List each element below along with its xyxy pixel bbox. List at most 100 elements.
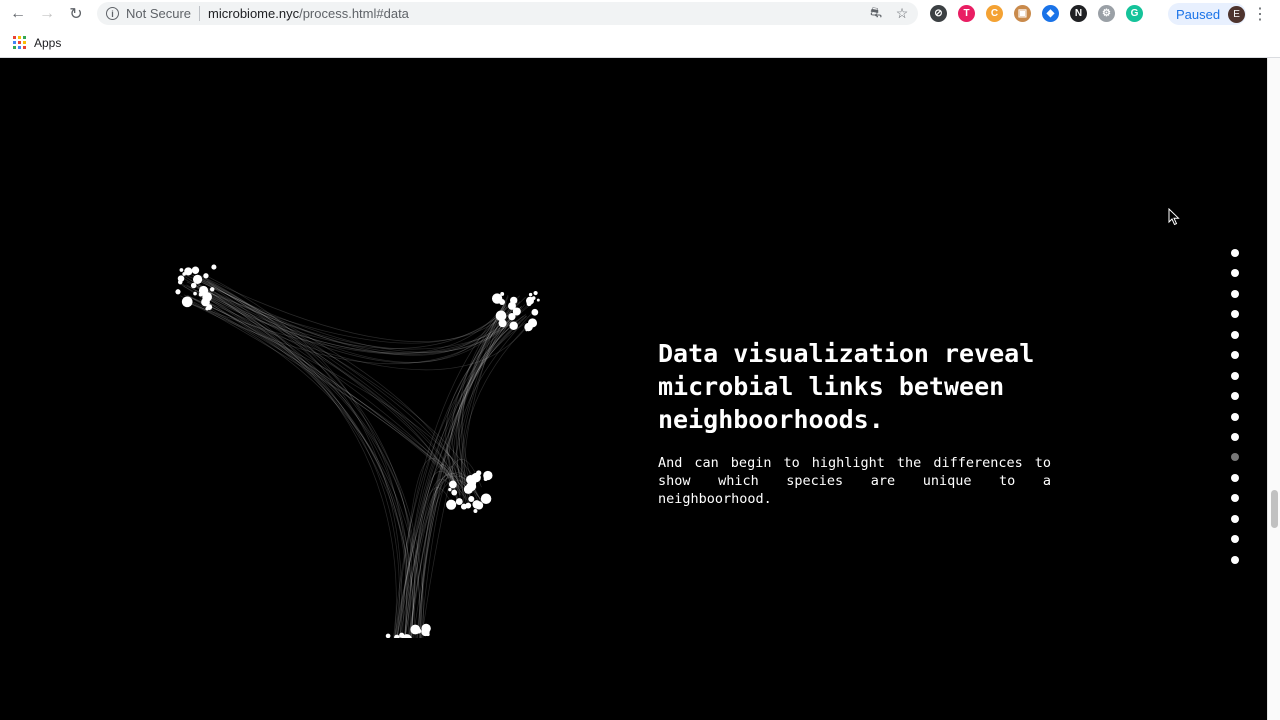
address-separator [199,6,201,21]
box-extension-icon[interactable]: ▣ [1014,5,1031,22]
grammarly-icon[interactable]: G [1126,5,1143,22]
network-links [180,273,533,638]
network-node [531,296,536,300]
c-extension-icon[interactable]: C [986,5,1003,22]
section-nav-dot[interactable] [1231,330,1239,339]
network-link [193,275,505,356]
network-link [189,273,400,638]
network-nodes [175,264,540,638]
section-nav-dot[interactable] [1231,269,1239,278]
section-nav-dot[interactable] [1231,432,1239,441]
network-node [526,301,532,307]
section-headline: Data visualization reveal microbial link… [658,339,1035,434]
section-nav-dot[interactable] [1231,392,1239,401]
apps-grid-icon[interactable] [13,36,26,49]
t-extension-icon[interactable]: T [958,5,975,22]
section-nav-dot[interactable] [1231,412,1239,421]
security-status: Not Secure [126,6,192,21]
section-nav-dot[interactable] [1231,371,1239,380]
browser-menu-icon[interactable]: ⋮ [1252,4,1268,24]
network-node [472,500,482,509]
network-node [508,301,516,310]
network-node [209,287,215,292]
section-nav-dot[interactable] [1231,514,1239,523]
microbiome-network-visualization [175,264,540,638]
browser-toolbar: ← → ↻ i Not Secure microbiome.nyc/proces… [0,0,1280,28]
network-node [421,627,430,637]
network-node [202,292,212,302]
network-node [175,289,181,295]
network-node [509,321,518,330]
network-node [448,487,452,492]
profile-button[interactable]: Paused E [1168,3,1246,25]
bookmark-star-icon[interactable]: ☆ [894,5,910,21]
network-node [181,296,193,308]
section-nav-dot[interactable] [1231,535,1239,544]
network-node [460,503,467,510]
network-node [498,319,507,328]
network-node [468,495,475,502]
avatar: E [1228,5,1246,23]
scrollbar-thumb[interactable] [1271,490,1278,528]
network-link [193,284,470,506]
network-node [483,477,488,482]
block-icon[interactable]: ⊘ [930,5,947,22]
network-node [198,292,203,297]
network-node [528,292,533,297]
network-node [536,298,540,302]
network-node [533,290,538,296]
network-node [206,304,213,310]
forward-arrow-icon[interactable]: → [36,3,58,25]
section-nav-dot[interactable] [1231,473,1239,482]
network-node [525,328,528,332]
network-node [480,493,492,505]
grad-cap-icon[interactable]: ◆ [1042,5,1059,22]
section-nav-dot[interactable] [1231,249,1239,257]
network-link [193,274,424,638]
extension-tray: ⊘ T C ▣ ◆ N ⚙ G [930,5,1143,22]
back-arrow-icon[interactable]: ← [7,3,29,25]
network-link [183,299,474,494]
section-dot-navigation [1231,249,1241,576]
network-node [190,282,197,289]
page-scrollbar[interactable] [1267,58,1280,720]
section-nav-dot[interactable] [1231,555,1239,564]
network-node [531,308,539,316]
section-nav-dot[interactable] [1231,310,1239,319]
url-path: /process.html#data [299,6,409,21]
network-node [177,275,185,282]
mouse-cursor-icon [1168,208,1180,226]
translate-blocked-icon[interactable]: ⛐ [868,4,884,21]
network-node [473,509,478,514]
bookmark-apps[interactable]: Apps [34,36,61,50]
network-node [491,293,503,304]
network-node [193,291,197,296]
address-bar[interactable]: i Not Secure microbiome.nyc/process.html… [97,2,918,25]
network-node [451,489,458,496]
network-link [180,295,467,501]
network-node [399,632,405,638]
section-nav-dot[interactable] [1231,453,1239,462]
section-description: And can begin to highlight the differenc… [658,455,1051,507]
url-host: microbiome.nyc [208,6,300,21]
page-content: Data visualization reveal microbial link… [0,58,1267,720]
network-node [192,268,197,272]
off-extension-icon[interactable]: ⚙ [1098,5,1115,22]
network-node [192,274,203,285]
info-icon[interactable]: i [106,7,119,20]
section-nav-dot[interactable] [1231,494,1239,503]
network-node [410,624,421,635]
reload-icon[interactable]: ↻ [65,3,87,25]
network-node [527,318,538,328]
network-node [179,268,184,272]
network-link [448,306,522,483]
network-node [455,498,463,506]
section-nav-dot[interactable] [1231,351,1239,360]
network-node [470,479,477,486]
notion-icon[interactable]: N [1070,5,1087,22]
profile-status: Paused [1176,6,1221,22]
network-node [448,480,457,489]
network-node [184,267,193,276]
network-node [211,264,217,270]
section-nav-dot[interactable] [1231,289,1239,298]
